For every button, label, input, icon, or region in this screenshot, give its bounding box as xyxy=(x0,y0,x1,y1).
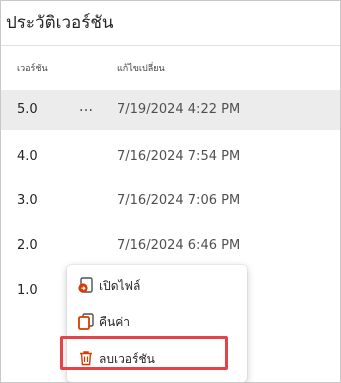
table-row[interactable]: 2.0 7/16/2024 6:46 PM xyxy=(1,226,340,266)
modified-date: 7/16/2024 6:46 PM xyxy=(117,238,241,253)
open-file-icon xyxy=(78,277,93,293)
column-header-modified[interactable]: แก้ไขเปลี่ยน xyxy=(117,61,165,75)
menu-item-label: คืนค่า xyxy=(99,315,130,329)
version-history-panel: ประวัติเวอร์ชัน เวอร์ชัน แก้ไขเปลี่ยน 5.… xyxy=(0,0,341,383)
header-divider xyxy=(1,45,340,46)
modified-date: 7/16/2024 7:06 PM xyxy=(117,193,241,208)
panel-title: ประวัติเวอร์ชัน xyxy=(6,13,114,33)
table-row[interactable]: 5.0 ... 7/19/2024 4:22 PM xyxy=(1,90,340,130)
version-number: 4.0 xyxy=(17,149,38,164)
column-header-version[interactable]: เวอร์ชัน xyxy=(17,61,48,75)
version-number: 5.0 xyxy=(17,102,38,117)
menu-item-open-file[interactable]: เปิดไฟล์ xyxy=(67,267,247,303)
table-row[interactable]: 4.0 7/16/2024 7:54 PM xyxy=(1,137,340,177)
restore-icon xyxy=(78,313,94,330)
version-number: 3.0 xyxy=(17,193,38,208)
menu-item-restore[interactable]: คืนค่า xyxy=(67,303,247,339)
highlight-box xyxy=(60,336,228,370)
version-number: 1.0 xyxy=(17,283,38,298)
menu-item-label: เปิดไฟล์ xyxy=(99,279,141,293)
modified-date: 7/16/2024 7:54 PM xyxy=(117,149,241,164)
modified-date: 7/19/2024 4:22 PM xyxy=(117,102,241,117)
more-options-button[interactable]: ... xyxy=(73,97,99,119)
version-number: 2.0 xyxy=(17,238,38,253)
table-row[interactable]: 3.0 7/16/2024 7:06 PM xyxy=(1,181,340,221)
